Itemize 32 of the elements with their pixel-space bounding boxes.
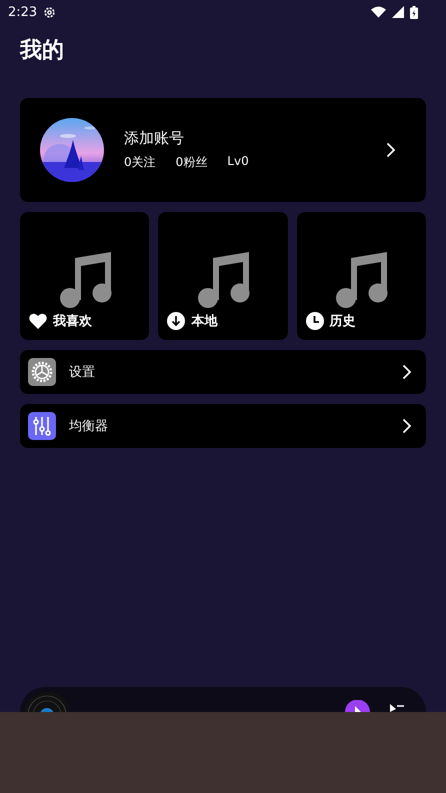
chevron-right-icon [402, 364, 412, 380]
followers-count: 0粉丝 [176, 154, 208, 171]
playlist-tile[interactable]: 历史 [296, 212, 426, 340]
play-button[interactable] [345, 700, 370, 712]
tile-label: 我喜欢 [53, 313, 92, 330]
account-name: 添加账号 [124, 129, 185, 148]
menu-item[interactable]: 均衡器 [20, 404, 426, 448]
battery-icon [410, 6, 418, 18]
mini-player[interactable] [20, 687, 426, 712]
level-label: Lv0 [227, 154, 249, 170]
heart-icon [29, 313, 47, 329]
status-time: 2:23 [8, 4, 38, 20]
playlist-icon [390, 704, 404, 712]
menu-item[interactable]: 设置 [20, 350, 426, 394]
clock-icon [306, 312, 324, 330]
chevron-right-icon [402, 418, 412, 434]
menu-label: 设置 [69, 364, 96, 381]
following-count: 0关注 [124, 154, 156, 171]
page-title: 我的 [20, 37, 64, 65]
tile-label: 本地 [191, 313, 218, 330]
signal-icon [392, 6, 404, 18]
gear-icon [28, 358, 56, 386]
chevron-right-icon [386, 142, 396, 158]
menu-label: 均衡器 [69, 418, 109, 435]
equalizer-icon [28, 412, 56, 440]
download-icon [167, 312, 186, 330]
tile-label: 历史 [330, 313, 356, 330]
playlist-tile[interactable]: 我喜欢 [20, 212, 150, 340]
gear-icon [43, 6, 56, 18]
wifi-icon [371, 6, 386, 18]
playlist-tile[interactable]: 本地 [158, 212, 288, 340]
account-card[interactable]: 添加账号 0关注 0粉丝 Lv0 [20, 98, 426, 202]
